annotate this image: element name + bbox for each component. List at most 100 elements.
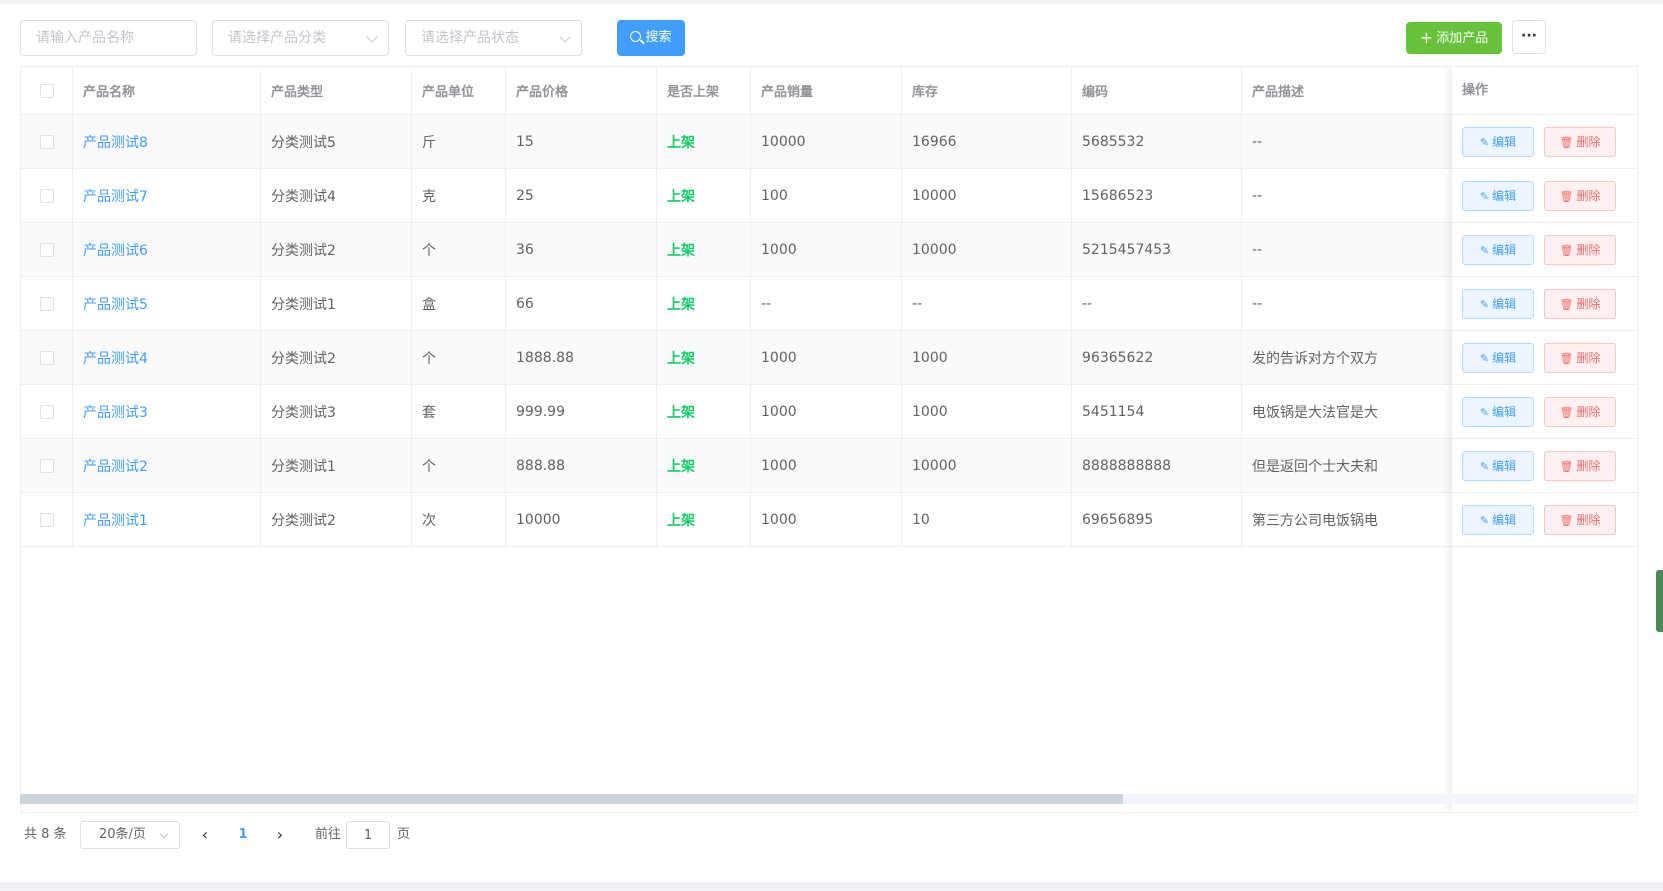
page-size-select[interactable]: 20条/页 — [80, 821, 180, 849]
row-select-cell[interactable] — [21, 277, 73, 330]
product-name-input[interactable] — [20, 20, 197, 56]
search-button[interactable]: 搜索 — [617, 20, 685, 56]
trash-icon: 🗑 — [1559, 460, 1574, 473]
row-select-cell[interactable] — [21, 331, 73, 384]
product-status-select[interactable]: 请选择产品状态 — [405, 20, 582, 56]
trash-icon: 🗑 — [1559, 514, 1574, 527]
edit-button[interactable]: ✎ 编辑 — [1462, 181, 1534, 211]
status-badge: 上架 — [657, 331, 751, 384]
edit-button[interactable]: ✎ 编辑 — [1462, 397, 1534, 427]
column-header-code: 编码 — [1072, 67, 1242, 114]
product-name-link[interactable]: 产品测试7 — [73, 169, 261, 222]
row-checkbox[interactable] — [39, 134, 54, 149]
delete-button[interactable]: 🗑 删除 — [1544, 451, 1616, 481]
more-options-button[interactable]: ··· — [1512, 20, 1546, 54]
product-type-cell: 分类测试1 — [261, 277, 412, 330]
row-checkbox[interactable] — [39, 296, 54, 311]
add-product-label: 添加产品 — [1436, 31, 1489, 46]
actions-row: ✎ 编辑 🗑 删除 — [1452, 277, 1637, 331]
status-badge: 上架 — [657, 223, 751, 276]
product-code-cell: 5685532 — [1072, 115, 1242, 168]
table-row: 产品测试8 分类测试5 斤 15 上架 10000 16966 5685532 -- — [21, 115, 1637, 169]
edit-button[interactable]: ✎ 编辑 — [1462, 235, 1534, 265]
product-price-cell: 10000 — [506, 493, 657, 546]
trash-icon: 🗑 — [1559, 298, 1574, 311]
product-name-link[interactable]: 产品测试4 — [73, 331, 261, 384]
column-header-type: 产品类型 — [261, 67, 412, 114]
status-badge: 上架 — [657, 169, 751, 222]
pen-icon: ✎ — [1479, 352, 1490, 365]
delete-button[interactable]: 🗑 删除 — [1544, 397, 1616, 427]
edit-button[interactable]: ✎ 编辑 — [1462, 127, 1534, 157]
row-select-cell[interactable] — [21, 385, 73, 438]
filter-toolbar: 请选择产品分类 请选择产品状态 搜索 +添加产品 ··· — [20, 20, 1638, 58]
product-name-link[interactable]: 产品测试1 — [73, 493, 261, 546]
product-name-link[interactable]: 产品测试8 — [73, 115, 261, 168]
product-description-cell: -- — [1252, 133, 1263, 150]
delete-button-label: 删除 — [1576, 513, 1601, 527]
delete-button-label: 删除 — [1576, 189, 1601, 203]
row-checkbox[interactable] — [39, 458, 54, 473]
edit-button-label: 编辑 — [1492, 513, 1517, 527]
product-unit-cell: 个 — [412, 331, 506, 384]
page-number-current[interactable]: 1 — [235, 820, 251, 850]
delete-button[interactable]: 🗑 删除 — [1544, 289, 1616, 319]
pagination: 共 8 条 20条/页 ‹ 1 › 前往 页 — [20, 820, 820, 850]
row-checkbox[interactable] — [39, 404, 54, 419]
product-stock-cell: 10000 — [902, 169, 1072, 222]
delete-button[interactable]: 🗑 删除 — [1544, 505, 1616, 535]
product-type-cell: 分类测试2 — [261, 493, 412, 546]
product-table: 产品名称 产品类型 产品单位 产品价格 是否上架 产品销量 库存 编码 产品描述… — [20, 66, 1638, 813]
product-description-cell: 电饭锅是大法官是大 — [1252, 404, 1378, 421]
edit-button[interactable]: ✎ 编辑 — [1462, 289, 1534, 319]
status-badge: 上架 — [657, 115, 751, 168]
header-select-all[interactable] — [21, 67, 73, 114]
trash-icon: 🗑 — [1559, 352, 1574, 365]
product-description-cell: 但是返回个士大夫和 — [1252, 458, 1378, 475]
delete-button[interactable]: 🗑 删除 — [1544, 343, 1616, 373]
row-select-cell[interactable] — [21, 223, 73, 276]
delete-button[interactable]: 🗑 删除 — [1544, 127, 1616, 157]
trash-icon: 🗑 — [1559, 406, 1574, 419]
edit-button[interactable]: ✎ 编辑 — [1462, 451, 1534, 481]
status-badge: 上架 — [657, 493, 751, 546]
row-checkbox[interactable] — [39, 350, 54, 365]
add-product-button[interactable]: + 添加产品 — [1406, 22, 1502, 54]
scrollbar-thumb[interactable] — [20, 794, 1123, 804]
next-page-button[interactable]: › — [270, 820, 290, 850]
actions-row: ✎ 编辑 🗑 删除 — [1452, 115, 1637, 169]
row-select-cell[interactable] — [21, 115, 73, 168]
product-description-cell: -- — [1252, 295, 1263, 312]
product-price-cell: 15 — [506, 115, 657, 168]
product-name-link[interactable]: 产品测试3 — [73, 385, 261, 438]
product-name-link[interactable]: 产品测试2 — [73, 439, 261, 492]
select-all-checkbox[interactable] — [39, 83, 54, 98]
product-price-cell: 66 — [506, 277, 657, 330]
edit-button-label: 编辑 — [1492, 405, 1517, 419]
product-category-select[interactable]: 请选择产品分类 — [212, 20, 389, 56]
row-select-cell[interactable] — [21, 169, 73, 222]
horizontal-scrollbar[interactable] — [20, 794, 1638, 804]
row-select-cell[interactable] — [21, 439, 73, 492]
row-checkbox[interactable] — [39, 512, 54, 527]
row-checkbox[interactable] — [39, 188, 54, 203]
row-checkbox[interactable] — [39, 242, 54, 257]
prev-page-button[interactable]: ‹ — [195, 820, 215, 850]
product-name-link[interactable]: 产品测试6 — [73, 223, 261, 276]
product-description-cell: -- — [1252, 241, 1263, 258]
product-code-cell: 8888888888 — [1072, 439, 1242, 492]
delete-button[interactable]: 🗑 删除 — [1544, 181, 1616, 211]
pen-icon: ✎ — [1479, 136, 1490, 149]
product-name-link[interactable]: 产品测试5 — [73, 277, 261, 330]
pen-icon: ✎ — [1479, 190, 1490, 203]
row-select-cell[interactable] — [21, 493, 73, 546]
goto-page-input[interactable] — [346, 821, 390, 849]
edit-button[interactable]: ✎ 编辑 — [1462, 343, 1534, 373]
product-list-page: 请选择产品分类 请选择产品状态 搜索 +添加产品 ··· 产品名称 产品类型 产… — [0, 4, 1663, 882]
table-row: 产品测试2 分类测试1 个 888.88 上架 1000 10000 8888888888 但是… — [21, 439, 1637, 493]
column-header-actions: 操作 — [1462, 83, 1489, 98]
table-row: 产品测试6 分类测试2 个 36 上架 1000 10000 5215457453 -- — [21, 223, 1637, 277]
delete-button[interactable]: 🗑 删除 — [1544, 235, 1616, 265]
side-drawer-handle[interactable] — [1656, 570, 1663, 632]
edit-button[interactable]: ✎ 编辑 — [1462, 505, 1534, 535]
